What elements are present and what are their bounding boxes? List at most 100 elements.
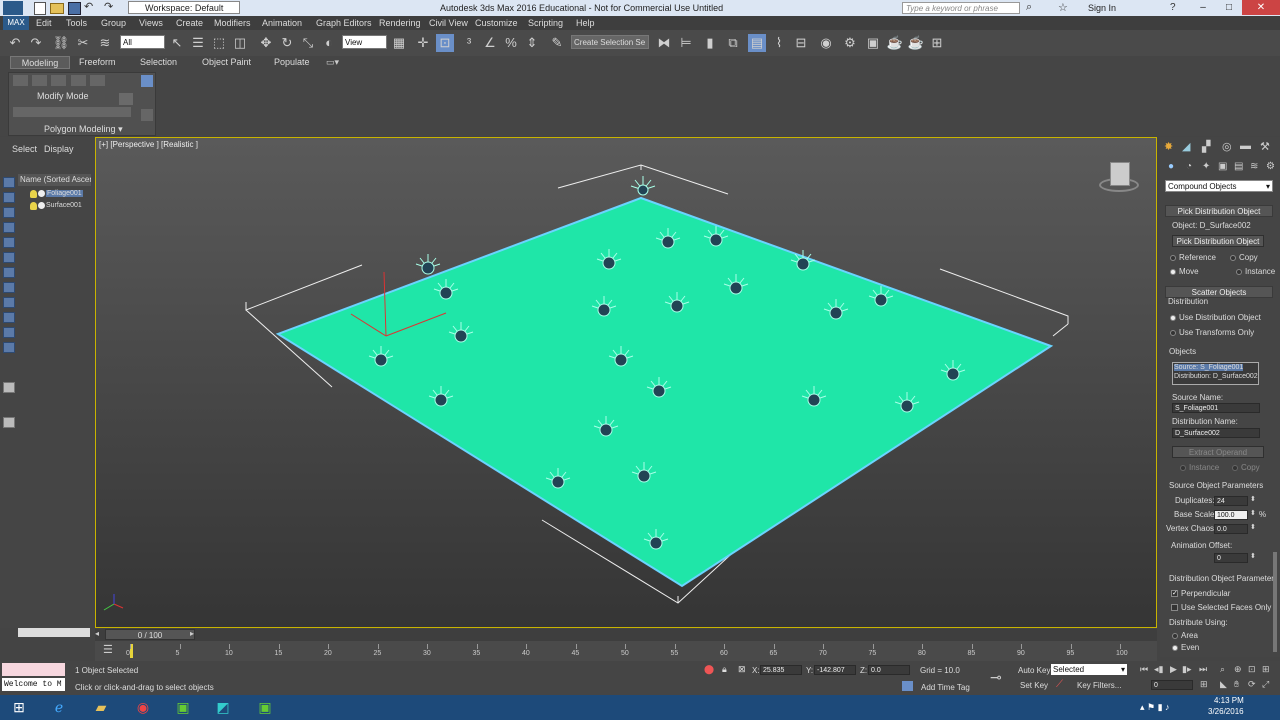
undo-icon[interactable]: ↶ <box>6 34 24 52</box>
motion-tab-icon[interactable]: ◎ <box>1222 140 1232 153</box>
spinner-arrows-icon[interactable]: ⬍ <box>1250 523 1256 531</box>
radio-instance[interactable] <box>1236 269 1242 275</box>
ribbon-settings-icon[interactable] <box>141 109 153 121</box>
percent-snap-icon[interactable]: % <box>502 34 520 52</box>
key-filters-button[interactable]: Key Filters... <box>1077 681 1121 690</box>
display-helpers-icon[interactable] <box>3 252 15 263</box>
explorer-item-foliage[interactable]: Foliage001 <box>30 189 85 199</box>
spinner-arrows-icon[interactable]: ⬍ <box>1250 509 1256 517</box>
key-mode-dropdown[interactable]: Selected ▾ <box>1051 664 1127 675</box>
maxscript-listener-top[interactable] <box>2 663 65 676</box>
tray-icons[interactable]: ▴ ⚑ ▮ ♪ <box>1140 702 1170 713</box>
explorer-column-header[interactable]: Name (Sorted Ascendi <box>18 174 91 186</box>
scale-icon[interactable]: ⤡ <box>299 34 317 52</box>
camtasia-icon[interactable]: ▣ <box>166 696 200 718</box>
unlink-icon[interactable]: ✂ <box>74 34 92 52</box>
rotate-icon[interactable]: ↻ <box>278 34 296 52</box>
geometry-icon[interactable]: ● <box>1168 161 1174 172</box>
modify-tab-icon[interactable]: ◢ <box>1182 140 1190 153</box>
menu-group[interactable]: Group <box>101 18 126 28</box>
distribution-name-field[interactable]: D_Surface002 <box>1172 428 1260 438</box>
orbit-icon[interactable]: ⟳ <box>1248 679 1256 690</box>
hierarchy-tab-icon[interactable]: ▞ <box>1202 140 1210 153</box>
explorer-tab-select[interactable]: Select <box>12 144 37 154</box>
utilities-tab-icon[interactable]: ⚒ <box>1260 140 1270 153</box>
new-file-icon[interactable] <box>34 2 46 15</box>
lights-icon[interactable]: ✦ <box>1202 161 1210 172</box>
tab-selection[interactable]: Selection <box>140 56 177 69</box>
menu-scripting[interactable]: Scripting <box>528 18 563 28</box>
align-icon[interactable]: ⊨ <box>677 34 695 52</box>
maximize-button[interactable]: □ <box>1216 0 1242 15</box>
display-bones-icon[interactable] <box>3 312 15 323</box>
pan-icon[interactable]: ✋︎ <box>1234 679 1239 690</box>
rectangular-selection-icon[interactable]: ⬚ <box>210 34 228 52</box>
vertex-chaos-spinner[interactable]: 0.0 <box>1214 524 1248 534</box>
spacewarps-icon[interactable]: ≋ <box>1250 161 1258 172</box>
render-iterative-icon[interactable]: ☕ <box>907 34 925 52</box>
light-bulb-icon[interactable] <box>30 202 37 210</box>
light-bulb-icon[interactable] <box>30 190 37 198</box>
start-button-icon[interactable]: ⊞ <box>2 696 36 718</box>
menu-edit[interactable]: Edit <box>36 18 52 28</box>
pivot-center-icon[interactable]: ▦ <box>390 34 408 52</box>
add-time-tag-button[interactable]: Add Time Tag <box>921 683 970 692</box>
create-tab-icon[interactable]: ✸ <box>1164 140 1173 153</box>
zoom-extents-all-icon[interactable]: ⊞ <box>1262 664 1270 675</box>
set-key-mode-icon[interactable]: ⊸ <box>990 669 1002 686</box>
absolute-mode-icon[interactable]: ⊠ <box>738 664 746 675</box>
systems-icon[interactable]: ⚙ <box>1266 161 1275 172</box>
angle-snap-icon[interactable]: ∠ <box>481 34 499 52</box>
link-icon[interactable]: ⛓ <box>52 34 70 52</box>
schematic-view-icon[interactable]: ⊟ <box>792 34 810 52</box>
render-production-icon[interactable]: ☕ <box>886 34 904 52</box>
go-to-start-icon[interactable]: ⏮ <box>1140 664 1148 675</box>
perpendicular-checkbox[interactable]: ✓ <box>1171 590 1178 597</box>
base-scale-spinner[interactable]: 100.0 <box>1214 510 1248 520</box>
close-button[interactable]: ✕ <box>1242 0 1280 15</box>
pick-distribution-rollout[interactable]: Pick Distribution Object <box>1165 205 1273 217</box>
material-editor-icon[interactable]: ◉ <box>817 34 835 52</box>
time-tag-icon[interactable] <box>902 681 913 691</box>
display-xrefs-icon[interactable] <box>3 297 15 308</box>
animation-offset-spinner[interactable]: 0 <box>1214 553 1248 563</box>
next-frame-icon[interactable]: ▮▸ <box>1182 664 1191 675</box>
go-to-end-icon[interactable]: ⏭ <box>1199 664 1207 675</box>
menu-help[interactable]: Help <box>576 18 595 28</box>
radio-move[interactable] <box>1170 269 1176 275</box>
radio-extract-copy[interactable] <box>1232 465 1238 471</box>
select-manipulate-icon[interactable]: ✛ <box>414 34 432 52</box>
radio-area[interactable] <box>1172 633 1178 639</box>
sign-in-link[interactable]: Sign In <box>1088 3 1116 13</box>
radio-reference[interactable] <box>1170 255 1176 261</box>
camtasia-recorder-icon[interactable]: ▣ <box>248 696 282 718</box>
maximize-viewport-icon[interactable]: ⤢ <box>1262 679 1269 690</box>
display-none-icon[interactable] <box>3 177 15 188</box>
explorer-scrollbar[interactable] <box>18 628 90 637</box>
app-logo-icon[interactable] <box>3 1 23 15</box>
command-panel-scrollbar[interactable] <box>1273 552 1277 652</box>
objects-list-item[interactable]: Distribution: D_Surface002 <box>1174 373 1258 380</box>
render-setup-icon[interactable]: ⚙ <box>841 34 859 52</box>
max-logo[interactable]: MAX <box>3 16 29 30</box>
radio-extract-instance[interactable] <box>1180 465 1186 471</box>
place-icon[interactable]: ◐ <box>320 34 338 52</box>
x-coord-field[interactable]: 25.835 <box>760 665 802 675</box>
file-explorer-icon[interactable]: ▰ <box>84 696 118 718</box>
source-name-field[interactable]: S_Foliage001 <box>1172 403 1260 413</box>
snap-toggle-icon[interactable]: ³ <box>460 34 478 52</box>
radio-copy[interactable] <box>1230 255 1236 261</box>
explorer-item-surface[interactable]: Surface001 <box>30 201 85 211</box>
zoom-extents-icon[interactable]: ⊡ <box>1248 664 1256 675</box>
display-shapes-icon[interactable] <box>3 207 15 218</box>
a360-render-icon[interactable]: ⊞ <box>928 34 946 52</box>
selection-filter-dropdown[interactable]: All <box>120 35 165 49</box>
scene-explorer-icon[interactable]: ⧉ <box>724 34 742 52</box>
display-all-icon[interactable] <box>3 382 15 393</box>
polygon-mode-icon[interactable] <box>71 75 86 86</box>
select-by-name-icon[interactable]: ☰ <box>189 34 207 52</box>
mini-curve-editor-icon[interactable]: ☰ <box>103 643 113 656</box>
ribbon-pin-icon[interactable] <box>141 75 153 87</box>
element-mode-icon[interactable] <box>90 75 105 86</box>
perspective-viewport[interactable]: [+] [Perspective ] [Realistic ] <box>95 137 1157 628</box>
